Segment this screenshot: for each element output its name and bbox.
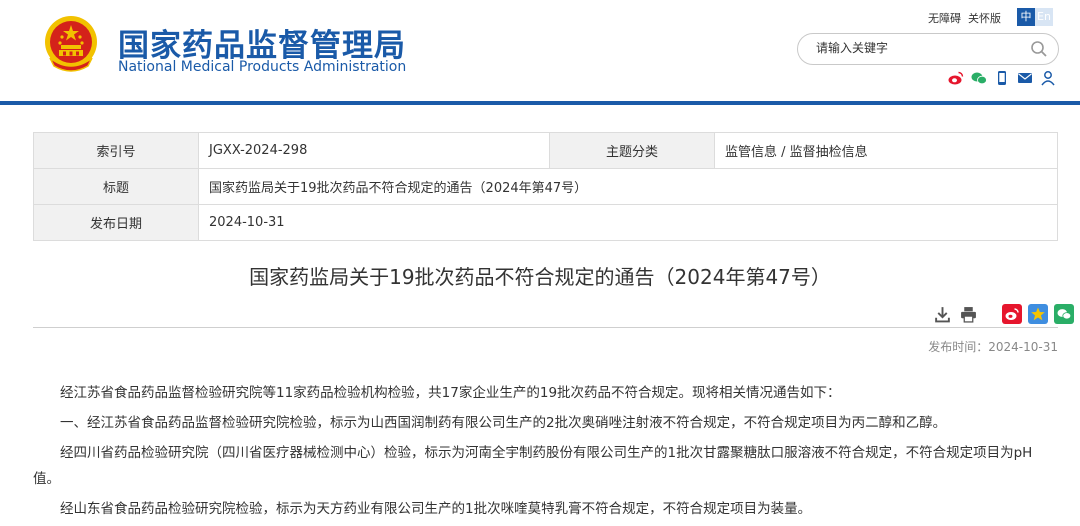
user-icon[interactable] bbox=[1040, 70, 1056, 86]
mobile-icon[interactable] bbox=[994, 70, 1010, 86]
article-tools bbox=[932, 304, 1074, 324]
index-value: JGXX-2024-298 bbox=[198, 132, 550, 169]
national-emblem-logo bbox=[42, 14, 100, 76]
table-row: 标题 国家药监局关于19批次药品不符合规定的通告（2024年第47号） bbox=[33, 168, 1058, 205]
search-box bbox=[797, 33, 1059, 65]
title-label: 标题 bbox=[33, 168, 199, 205]
site-header: 国家药品监督管理局 National Medical Products Admi… bbox=[0, 0, 1080, 100]
share-wechat-icon bbox=[1057, 309, 1072, 320]
mail-icon[interactable] bbox=[1017, 70, 1033, 86]
top-links: 无障碍 关怀版 bbox=[928, 10, 1008, 26]
table-row: 索引号 JGXX-2024-298 主题分类 监管信息 / 监督抽检信息 bbox=[33, 132, 1058, 169]
download-icon bbox=[934, 306, 950, 322]
date-value: 2024-10-31 bbox=[198, 204, 1058, 241]
title-divider bbox=[33, 327, 1058, 328]
table-row: 发布日期 2024-10-31 bbox=[33, 204, 1058, 241]
paragraph: 经四川省药品检验研究院（四川省医疗器械检测中心）检验，标示为河南全宇制药股份有限… bbox=[33, 445, 1033, 487]
lang-zh-button[interactable]: 中 bbox=[1017, 8, 1035, 26]
paragraph: 经江苏省食品药品监督检验研究院等11家药品检验机构检验，共17家企业生产的19批… bbox=[60, 385, 841, 401]
print-button[interactable] bbox=[958, 304, 978, 324]
category-label: 主题分类 bbox=[549, 132, 715, 169]
share-weibo-icon bbox=[1005, 308, 1019, 320]
social-links bbox=[948, 70, 1056, 86]
search-icon[interactable] bbox=[1030, 40, 1048, 58]
article-info-table: 索引号 JGXX-2024-298 主题分类 监管信息 / 监督抽检信息 标题 … bbox=[33, 132, 1058, 241]
paragraph: 经山东省食品药品检验研究院检验，标示为天方药业有限公司生产的1批次咪喹莫特乳膏不… bbox=[60, 501, 812, 517]
share-qzone-icon bbox=[1031, 307, 1045, 321]
share-wechat-button[interactable] bbox=[1054, 304, 1074, 324]
header-divider bbox=[0, 101, 1080, 105]
title-value: 国家药监局关于19批次药品不符合规定的通告（2024年第47号） bbox=[198, 168, 1058, 205]
wechat-icon[interactable] bbox=[971, 70, 987, 86]
site-title-en: National Medical Products Administration bbox=[118, 59, 407, 75]
category-value: 监管信息 / 监督抽检信息 bbox=[714, 132, 1058, 169]
search-input[interactable] bbox=[814, 40, 1018, 56]
print-icon bbox=[960, 306, 976, 323]
publish-time: 发布时间：2024-10-31 bbox=[928, 340, 1058, 354]
accessibility-link[interactable]: 无障碍 bbox=[928, 12, 961, 25]
share-weibo-button[interactable] bbox=[1002, 304, 1022, 324]
share-qzone-button[interactable] bbox=[1028, 304, 1048, 324]
date-label: 发布日期 bbox=[33, 204, 199, 241]
care-mode-link[interactable]: 关怀版 bbox=[968, 12, 1001, 25]
language-switch: 中 En bbox=[1017, 8, 1053, 26]
paragraph: 一、经江苏省食品药品监督检验研究院检验，标示为山西国润制药有限公司生产的2批次奥… bbox=[60, 415, 947, 431]
article-title: 国家药监局关于19批次药品不符合规定的通告（2024年第47号） bbox=[249, 265, 831, 289]
lang-en-button[interactable]: En bbox=[1035, 8, 1053, 26]
index-label: 索引号 bbox=[33, 132, 199, 169]
weibo-icon[interactable] bbox=[948, 70, 964, 86]
article-body: 经江苏省食品药品监督检验研究院等11家药品检验机构检验，共17家企业生产的19批… bbox=[33, 380, 1058, 526]
download-button[interactable] bbox=[932, 304, 952, 324]
